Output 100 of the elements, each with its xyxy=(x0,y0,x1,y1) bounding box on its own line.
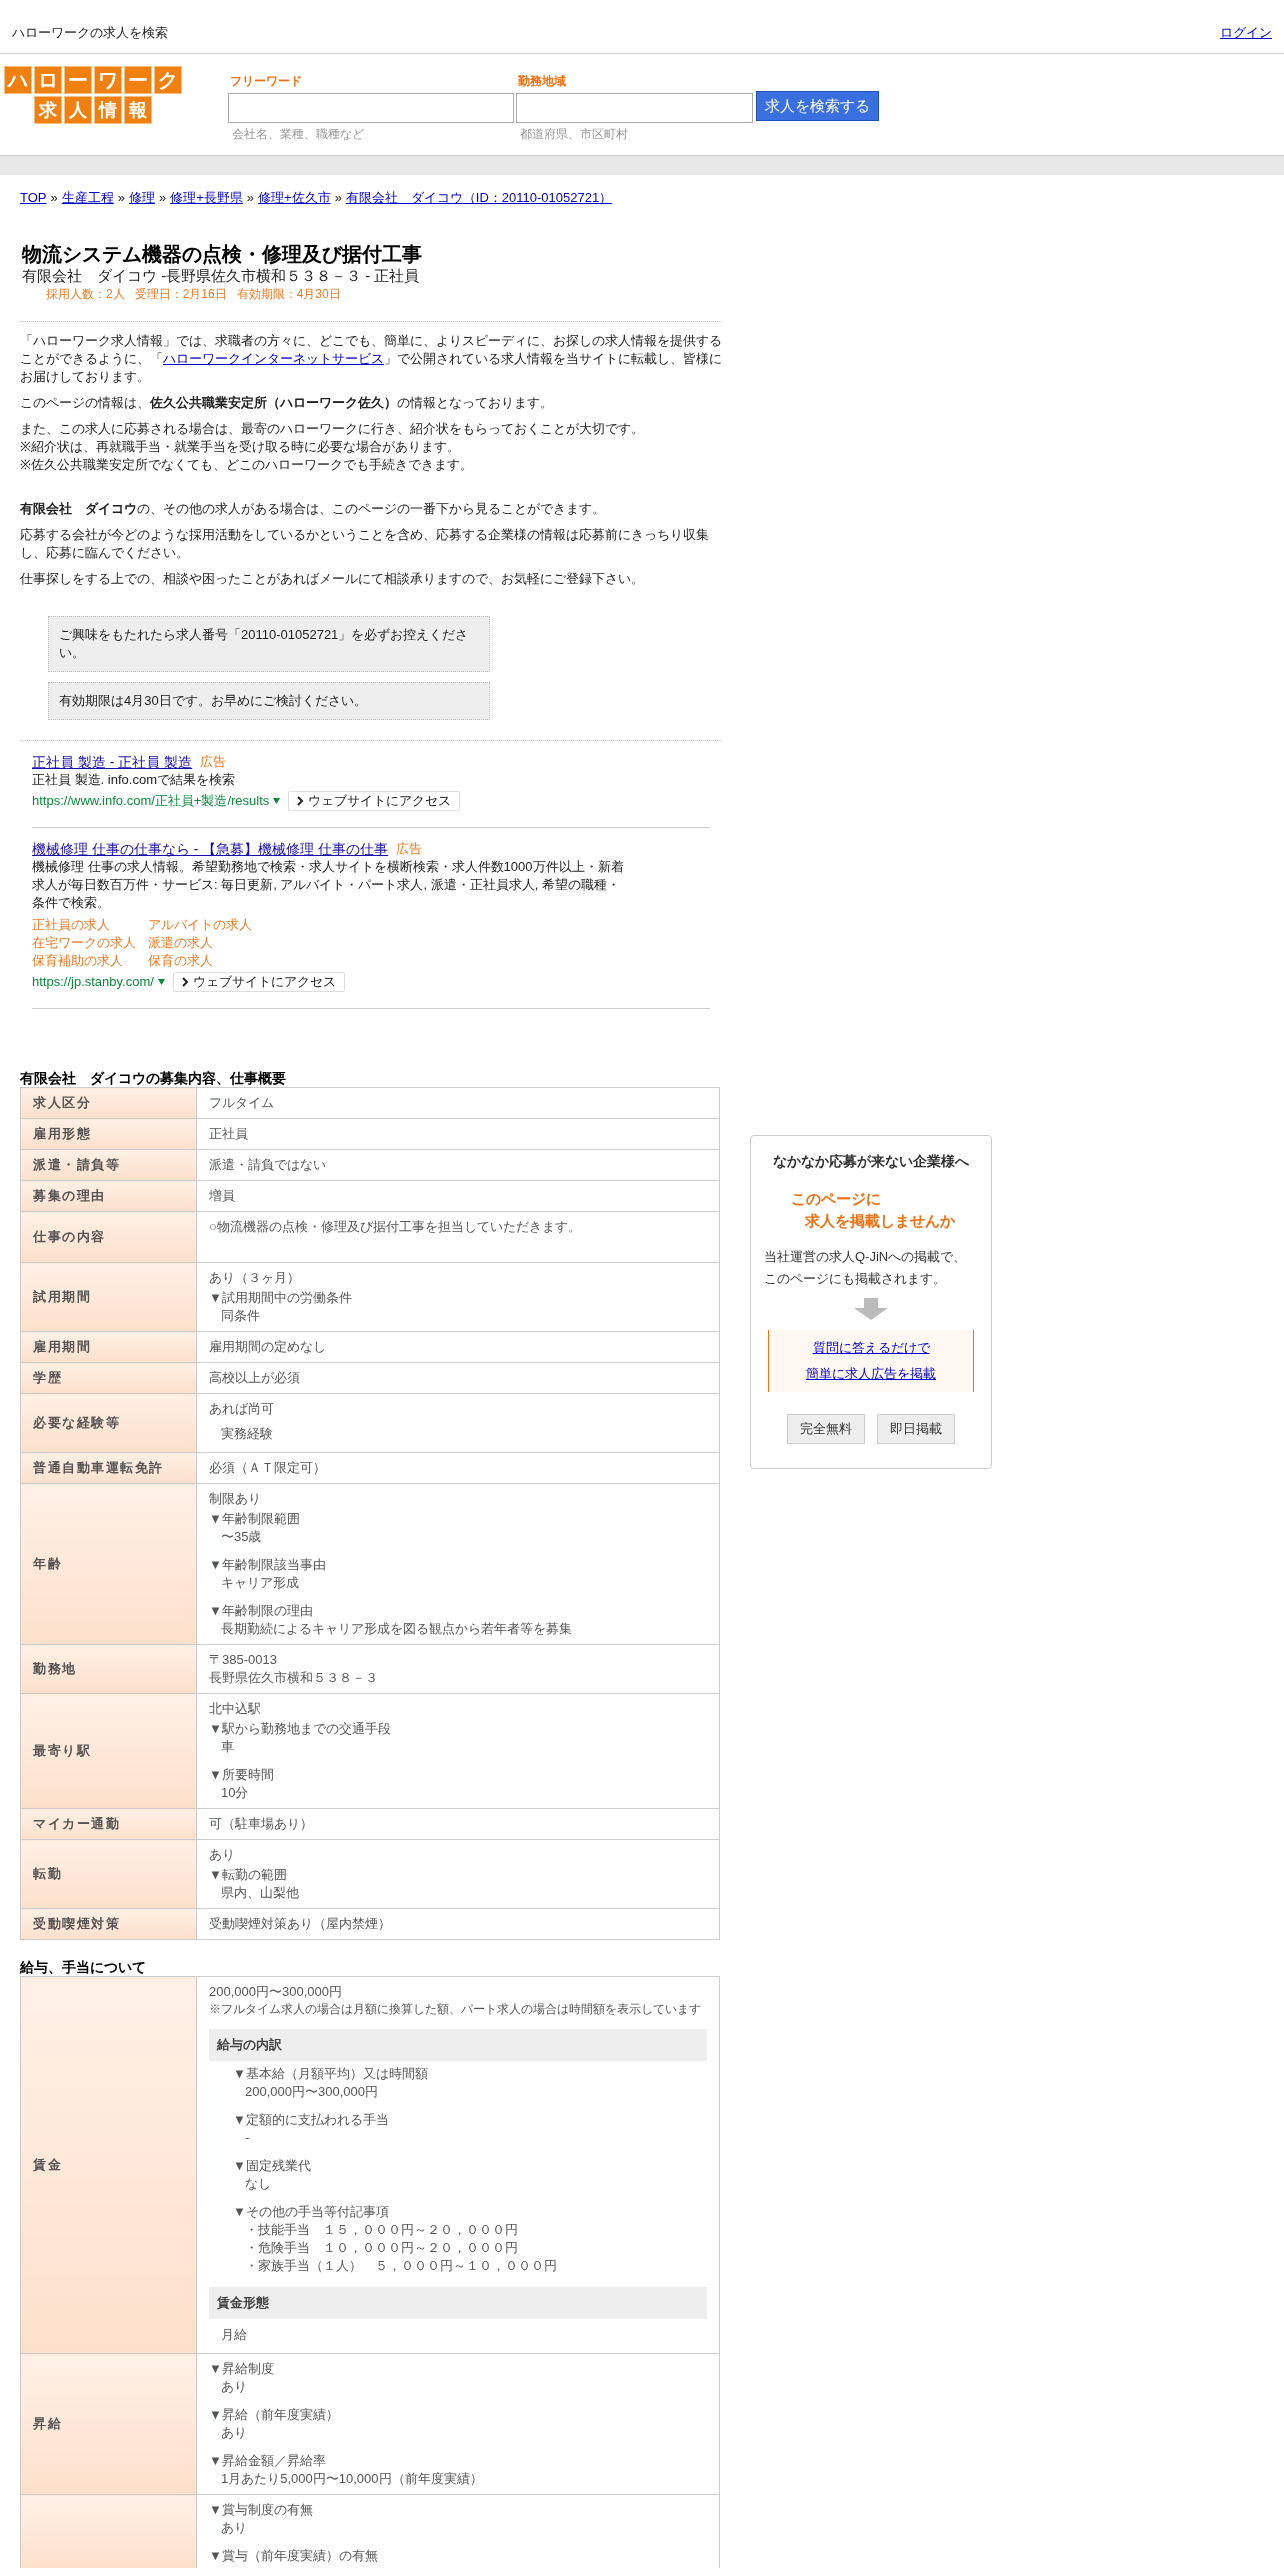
section-title: 有限会社 ダイコウの募集内容、仕事概要 xyxy=(20,1069,286,1087)
caret-icon xyxy=(157,979,165,985)
item-title: ▼試用期間中の労働条件 xyxy=(209,1289,352,1307)
cell-text: あり（３ヶ月） xyxy=(209,1269,300,1287)
item-title: ▼昇給金額／昇給率 xyxy=(209,2452,326,2470)
item-title: ▼賞与（前年度実績）の有無 xyxy=(209,2547,378,2565)
cell-text: フルタイム xyxy=(209,1094,274,1112)
breadcrumb-separator: » xyxy=(334,189,342,207)
breadcrumb-separator: » xyxy=(158,189,167,207)
field-label: 勤務地域 xyxy=(517,73,566,90)
breadcrumb-link[interactable]: 生産工程 xyxy=(61,189,114,207)
cell-text: - xyxy=(244,2129,250,2147)
row-label: 派遣・請負等 xyxy=(20,1149,197,1181)
cell-text: 200,000円〜300,000円 xyxy=(244,2083,378,2101)
intro-paragraph: また、この求人に応募される場合は、最寄のハローワークに行き、紹介状をもらっておくことが大切です。 ※紹介状は、再就職手当・就業手当を受け取る時に必要な場合があります。 ※佐久公共職業安定所でなくても、どこのハローワークでも手続きできます。 xyxy=(20,420,645,474)
cell-text: 県内、山梨他 xyxy=(220,1884,299,1902)
item-title: ▼その他の手当等付記事項 xyxy=(233,2203,389,2221)
logo-letter: ー xyxy=(64,66,92,94)
search-field[interactable] xyxy=(228,93,514,123)
cell-text: 正社員 xyxy=(209,1125,248,1143)
breadcrumb-link[interactable]: 修理+佐久市 xyxy=(258,189,331,207)
logo-letter: ハ xyxy=(4,66,32,94)
cell-text: あり xyxy=(220,2378,247,2396)
page-heading: ハローワークの求人を検索 xyxy=(12,23,168,42)
item-title: ▼昇給制度 xyxy=(209,2360,274,2378)
search-field[interactable] xyxy=(516,93,753,123)
cell-text: 北中込駅 xyxy=(209,1700,261,1718)
row-label: 普通自動車運転免許 xyxy=(20,1452,197,1484)
ad-label: 広告 xyxy=(200,753,227,771)
ad-label: 広告 xyxy=(396,840,423,858)
breadcrumb-separator: » xyxy=(50,189,58,207)
intro-paragraph: 仕事探しをする上での、相談や困ったことがあればメールにて相談承りますので、お気軽にご登録下さい。 xyxy=(20,570,645,588)
cell-text: 派遣・請負ではない xyxy=(209,1156,326,1174)
feature-tag: 完全無料 xyxy=(787,1414,865,1444)
row-label: 転勤 xyxy=(20,1839,197,1909)
visit-button[interactable]: ウェブサイトにアクセス xyxy=(172,972,345,992)
service-link[interactable]: ハローワークインターネットサービス xyxy=(163,351,384,366)
search-button[interactable]: 求人を検索する xyxy=(756,91,879,121)
intro-paragraph: このページの情報は、佐久公共職業安定所（ハローワーク佐久）の情報となっております。 xyxy=(20,394,554,412)
breadcrumb-link[interactable]: 有限会社 ダイコウ（ID：20110-01052721） xyxy=(345,189,613,207)
row-label: 試用期間 xyxy=(20,1262,197,1332)
row-label: 雇用期間 xyxy=(20,1331,197,1363)
logo-letter: 報 xyxy=(124,96,152,124)
breadcrumb-link[interactable]: 修理 xyxy=(128,189,155,207)
feature-tag: 即日掲載 xyxy=(877,1414,955,1444)
cell-text: 制限あり xyxy=(209,1490,261,1508)
promo-title: なかなか応募が来ない企業様へ xyxy=(773,1152,969,1170)
ad-title-link[interactable]: 機械修理 仕事の仕事なら - 【急募】機械修理 仕事の仕事 xyxy=(32,840,389,858)
row-label: 昇給 xyxy=(20,2353,197,2495)
cell-text: 受動喫煙対策あり（屋内禁煙） xyxy=(209,1915,391,1933)
intro-paragraph: 有限会社 ダイコウの、その他の求人がある場合は、このページの一番下から見ることができます。 xyxy=(20,500,606,518)
section-heading: 賃金形態 xyxy=(209,2287,707,2319)
row-label: 雇用形態 xyxy=(20,1118,197,1150)
logo-letter: ロ xyxy=(34,66,62,94)
down-arrow-icon xyxy=(854,1298,888,1320)
cell-text: なし xyxy=(244,2175,271,2193)
visit-button[interactable]: ウェブサイトにアクセス xyxy=(288,791,461,811)
breadcrumb-link[interactable]: 修理+長野県 xyxy=(170,189,243,207)
field-hint: 都道府県、市区町村 xyxy=(519,126,628,143)
promo-text: 当社運営の求人Q-JiNへの掲載で、このページにも掲載されます。 xyxy=(764,1248,968,1288)
logo-letter: ク xyxy=(154,66,182,94)
item-title: ▼年齢制限の理由 xyxy=(209,1602,313,1620)
cell-text: 長野県佐久市横和５３８－３ xyxy=(209,1669,378,1687)
intro-paragraph: 「ハローワーク求人情報」では、求職者の方々に、どこでも、簡単に、よりスピーディに、お探しの求人情報を提供することができるように、「ハローワークインターネットサービス」で公開されている求人情報を当サイトに転載し、皆様にお届けしております。 xyxy=(20,332,722,386)
item-title: ▼年齢制限範囲 xyxy=(209,1510,300,1528)
cell-text: キャリア形成 xyxy=(220,1574,299,1592)
field-hint: 会社名、業種、職種など xyxy=(231,126,364,143)
notice-box: ご興味をもたれたら求人番号「20110-01052721」を必ずお控えください。 xyxy=(48,616,490,672)
row-label: 受動喫煙対策 xyxy=(20,1908,197,1940)
cell-text: 〒385-0013 xyxy=(209,1651,277,1669)
item-title: ▼定額的に支払われる手当 xyxy=(233,2111,389,2129)
item-title: ▼駅から勤務地までの交通手段 xyxy=(209,1720,391,1738)
cell-text: ・家族手当（１人） ５，０００円～１０，０００円 xyxy=(244,2257,557,2275)
promo-link[interactable]: 質問に答えるだけで xyxy=(812,1338,930,1358)
cell-text: ・危険手当 １０，０００円～２０，０００円 xyxy=(244,2239,518,2257)
cell-text: 必須（ＡＴ限定可） xyxy=(209,1459,326,1477)
logo-letter: 情 xyxy=(94,96,122,124)
breadcrumb-link[interactable]: TOP xyxy=(20,189,47,207)
item-title: ▼昇給（前年度実績） xyxy=(209,2406,339,2424)
logo-letter: 人 xyxy=(64,96,92,124)
row-label: 年齢 xyxy=(20,1483,197,1645)
item-title: ▼年齢制限該当事由 xyxy=(209,1556,326,1574)
ad-description: 機械修理 仕事の求人情報。希望勤務地で検索・求人サイトを横断検索・求人件数1000万件以上・新着求人が毎日数百万件・サービス: 毎日更新, アルバイト・パート求人, 派遣・正社員求人, 希望の職種・条件で検索。 xyxy=(32,858,625,912)
login-link[interactable]: ログイン xyxy=(1220,22,1272,43)
cell-text: 実務経験 xyxy=(221,1425,273,1443)
row-label: 勤務地 xyxy=(20,1644,197,1694)
logo-letter: 求 xyxy=(34,96,62,124)
field-label: フリーワード xyxy=(229,73,302,90)
cell-text: 車 xyxy=(220,1738,234,1756)
ad-url-link[interactable]: https://www.info.com/正社員+製造/results xyxy=(32,792,270,810)
logo-letter: ワ xyxy=(94,66,122,94)
promo-link[interactable]: 簡単に求人広告を掲載 xyxy=(806,1364,936,1384)
ad-url-link[interactable]: https://jp.stanby.com/ xyxy=(32,973,154,991)
cell-text: 増員 xyxy=(209,1187,235,1205)
row-label: 学歴 xyxy=(20,1362,197,1394)
cell-text: 高校以上が必須 xyxy=(209,1369,300,1387)
caret-icon xyxy=(273,798,281,804)
item-title: ▼基本給（月額平均）又は時間額 xyxy=(233,2065,428,2083)
row-label: 必要な経験等 xyxy=(20,1393,197,1453)
ad-title-link[interactable]: 正社員 製造 - 正社員 製造 xyxy=(32,753,193,771)
